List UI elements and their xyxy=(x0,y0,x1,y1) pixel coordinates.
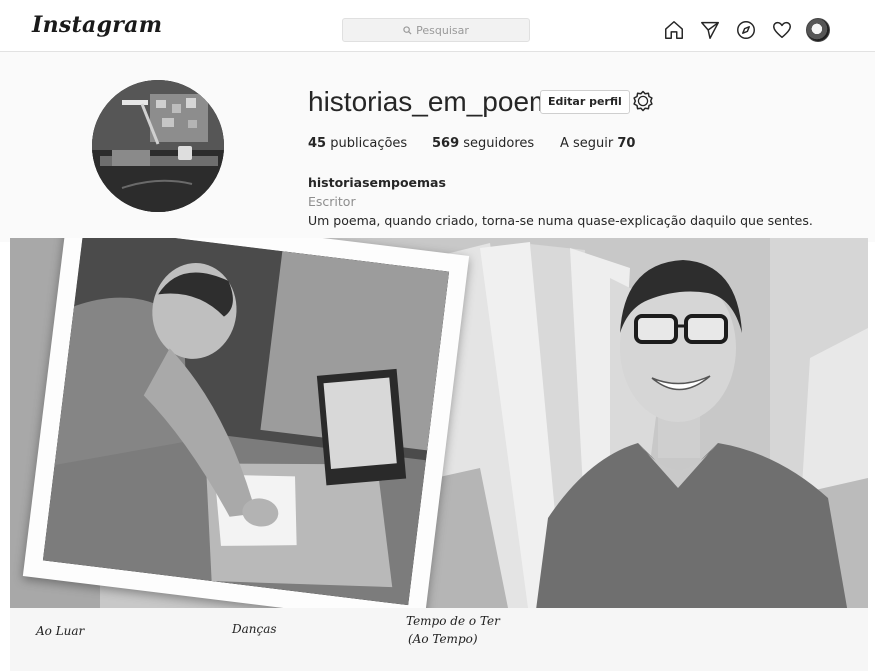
search-input[interactable]: Pesquisar xyxy=(342,18,530,42)
followers-count[interactable]: 569 seguidores xyxy=(432,136,534,151)
posts-number: 45 xyxy=(308,136,327,151)
direct-message-icon[interactable] xyxy=(698,18,722,42)
posts-label: publicações xyxy=(330,136,408,151)
posts-grid-banner[interactable]: Ao Luar Danças Tempo de o Ter (Ao Tempo) xyxy=(10,238,868,671)
settings-icon[interactable] xyxy=(631,89,655,117)
post-caption-strip: Ao Luar Danças Tempo de o Ter (Ao Tempo) xyxy=(10,608,868,671)
polaroid-image xyxy=(42,238,450,606)
caption-ao-luar: Ao Luar xyxy=(36,624,85,638)
caption-tempo-de-o-ter: Tempo de o Ter xyxy=(406,614,500,628)
profile-bio: historiasempoemas Escritor Um poema, qua… xyxy=(308,173,813,230)
following-number: 70 xyxy=(617,136,636,151)
profile-picture-desk-photo xyxy=(92,80,224,212)
caption-dancas: Danças xyxy=(232,622,277,636)
profile-header: historias_em_poemas Editar perfil 45 pub… xyxy=(0,52,875,242)
edit-profile-button[interactable]: Editar perfil xyxy=(540,90,630,114)
smiling-man-photo xyxy=(528,260,858,671)
activity-heart-icon[interactable] xyxy=(770,18,794,42)
profile-avatar[interactable] xyxy=(806,18,830,42)
search-icon xyxy=(403,25,412,35)
bio-category: Escritor xyxy=(308,194,356,209)
search-placeholder: Pesquisar xyxy=(416,23,469,37)
caption-ao-tempo: (Ao Tempo) xyxy=(408,632,478,646)
following-count[interactable]: A seguir 70 xyxy=(560,136,635,151)
polaroid-photo[interactable] xyxy=(22,238,470,626)
home-icon[interactable] xyxy=(662,18,686,42)
bio-full-name: historiasempoemas xyxy=(308,175,446,190)
bio-text: Um poema, quando criado, torna-se numa q… xyxy=(308,213,813,228)
explore-icon[interactable] xyxy=(734,18,758,42)
followers-number: 569 xyxy=(432,136,460,151)
top-navigation-bar: Instagram Pesquisar xyxy=(0,0,875,52)
instagram-logo[interactable]: Instagram xyxy=(32,12,162,38)
profile-picture[interactable] xyxy=(92,80,224,212)
posts-count: 45 publicações xyxy=(308,136,407,151)
man-writing-at-desk-photo xyxy=(42,238,450,606)
following-label: A seguir xyxy=(560,136,614,151)
followers-label: seguidores xyxy=(463,136,535,151)
nav-icons xyxy=(662,18,830,42)
